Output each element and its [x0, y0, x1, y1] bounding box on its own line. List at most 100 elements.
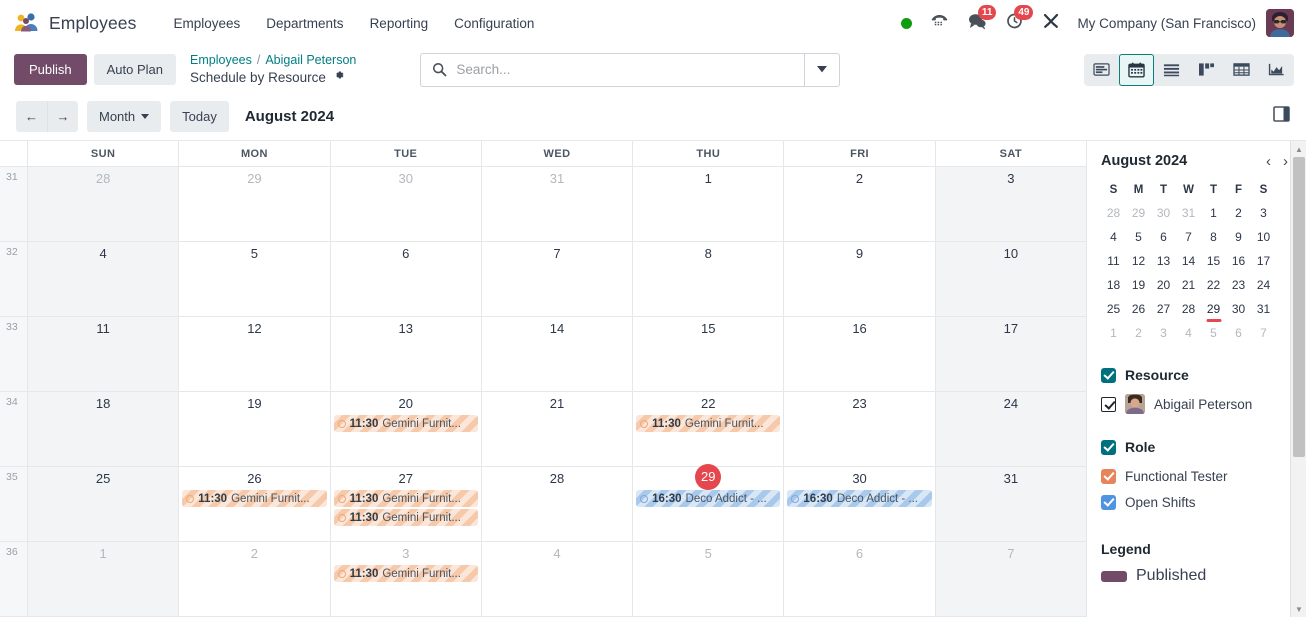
calendar-day-number[interactable]: 2 [182, 545, 326, 563]
calendar-day-cell[interactable]: 19 [178, 392, 330, 466]
mini-calendar-day[interactable]: 4 [1176, 321, 1201, 345]
calendar-day-number[interactable]: 16 [787, 320, 931, 338]
calendar-day-cell[interactable]: 29 [178, 167, 330, 241]
calendar-day-number[interactable]: 12 [182, 320, 326, 338]
calendar-day-number[interactable]: 28 [31, 170, 175, 188]
voip-phone-button[interactable] [921, 8, 958, 38]
mini-calendar-day[interactable]: 9 [1226, 225, 1251, 249]
mini-calendar-day[interactable]: 1 [1201, 201, 1226, 225]
calendar-day-number[interactable]: 6 [334, 245, 478, 263]
calendar-day-number[interactable]: 7 [939, 545, 1083, 563]
graph-view-button[interactable] [1259, 54, 1294, 86]
filter-checkbox[interactable] [1101, 468, 1116, 484]
company-switcher[interactable]: My Company (San Francisco) [1069, 16, 1266, 31]
mini-calendar-day[interactable]: 24 [1251, 273, 1276, 297]
calendar-day-cell[interactable]: 31 [480, 167, 633, 241]
mini-calendar-day[interactable]: 4 [1101, 225, 1126, 249]
mini-calendar-day[interactable]: 7 [1176, 225, 1201, 249]
user-avatar[interactable] [1266, 9, 1294, 37]
online-status-dot[interactable] [892, 14, 921, 33]
mini-calendar-day[interactable]: 3 [1151, 321, 1176, 345]
calendar-event[interactable]: 11:30 Gemini Furnit... [333, 415, 478, 432]
calendar-day-number[interactable]: 26 [182, 470, 326, 488]
mini-calendar-day[interactable]: 26 [1126, 297, 1151, 321]
calendar-day-cell[interactable]: 7 [934, 542, 1086, 616]
calendar-day-number[interactable]: 3 [334, 545, 478, 563]
week-number[interactable]: 34 [0, 392, 27, 466]
mini-calendar-day[interactable]: 8 [1201, 225, 1226, 249]
mini-calendar-day[interactable]: 17 [1251, 249, 1276, 273]
activities-button[interactable]: 49 [996, 4, 1034, 39]
mini-calendar-day[interactable]: 15 [1201, 249, 1226, 273]
mini-calendar-day[interactable]: 31 [1251, 297, 1276, 321]
calendar-day-number[interactable]: 9 [787, 245, 931, 263]
mini-calendar-day[interactable]: 2 [1126, 321, 1151, 345]
calendar-day-cell[interactable]: 8 [632, 242, 784, 316]
calendar-day-number[interactable]: 21 [485, 395, 629, 413]
calendar-day-number[interactable]: 8 [636, 245, 780, 263]
filter-row[interactable]: Functional Tester [1101, 463, 1290, 489]
calendar-day-number[interactable]: 24 [939, 395, 1083, 413]
calendar-day-number[interactable]: 7 [485, 245, 629, 263]
calendar-day-cell[interactable]: 25 [27, 467, 179, 541]
calendar-event[interactable]: 16:30 Deco Addict - ... [787, 490, 932, 507]
auto-plan-button[interactable]: Auto Plan [93, 54, 177, 85]
calendar-day-number[interactable]: 18 [31, 395, 175, 413]
calendar-day-cell[interactable]: 28 [480, 467, 633, 541]
calendar-day-cell[interactable]: 27 11:30 Gemini Furnit... 11:30 Gemini Furni… [329, 467, 481, 541]
calendar-day-number[interactable]: 1 [636, 170, 780, 188]
filter-checkbox[interactable] [1101, 494, 1116, 510]
menu-item-departments[interactable]: Departments [253, 10, 356, 37]
sidebar-scrollbar[interactable]: ▲ ▼ [1290, 141, 1306, 617]
calendar-day-number[interactable]: 30 [787, 470, 931, 488]
calendar-day-number[interactable]: 19 [182, 395, 326, 413]
scale-selector[interactable]: Month [87, 101, 162, 132]
calendar-day-number[interactable]: 3 [939, 170, 1083, 188]
calendar-day-cell[interactable]: 10 [934, 242, 1086, 316]
week-number[interactable]: 33 [0, 317, 27, 391]
calendar-day-number[interactable]: 6 [787, 545, 931, 563]
mini-calendar-day[interactable]: 21 [1176, 273, 1201, 297]
mini-calendar-day[interactable]: 11 [1101, 249, 1126, 273]
calendar-day-cell[interactable]: 22 11:30 Gemini Furnit... [632, 392, 784, 466]
mini-calendar-day-selected[interactable]: 29 [1201, 297, 1226, 321]
calendar-day-cell[interactable]: 23 [783, 392, 935, 466]
calendar-day-number[interactable]: 14 [485, 320, 629, 338]
filter-row[interactable]: Abigail Peterson [1101, 391, 1290, 417]
calendar-day-number[interactable]: 4 [485, 545, 629, 563]
filter-section-checkbox[interactable] [1101, 439, 1116, 455]
calendar-day-cell[interactable]: 5 [632, 542, 784, 616]
calendar-day-number[interactable]: 28 [485, 470, 629, 488]
mini-calendar-day[interactable]: 12 [1126, 249, 1151, 273]
calendar-day-cell[interactable]: 24 [934, 392, 1086, 466]
mini-calendar-day[interactable]: 6 [1151, 225, 1176, 249]
calendar-day-number[interactable]: 27 [334, 470, 478, 488]
filter-checkbox[interactable] [1101, 396, 1116, 412]
calendar-view-button[interactable] [1119, 53, 1154, 86]
calendar-day-number[interactable]: 1 [31, 545, 175, 563]
calendar-day-number[interactable]: 25 [31, 470, 175, 488]
calendar-day-cell[interactable]: 5 [178, 242, 330, 316]
mini-calendar-prev-icon[interactable]: ‹ [1266, 154, 1271, 169]
calendar-day-cell[interactable]: 28 [27, 167, 179, 241]
calendar-day-cell[interactable]: 12 [178, 317, 330, 391]
filter-section-header[interactable]: Resource [1101, 367, 1290, 383]
menu-item-configuration[interactable]: Configuration [441, 10, 547, 37]
calendar-day-cell[interactable]: 18 [27, 392, 179, 466]
calendar-event[interactable]: 11:30 Gemini Furnit... [636, 415, 781, 432]
calendar-day-number[interactable]: 5 [636, 545, 780, 563]
calendar-day-number[interactable]: 17 [939, 320, 1083, 338]
calendar-day-cell[interactable]: 2 [178, 542, 330, 616]
mini-calendar-day[interactable]: 13 [1151, 249, 1176, 273]
mini-calendar-day[interactable]: 29 [1126, 201, 1151, 225]
mini-calendar-day[interactable]: 25 [1101, 297, 1126, 321]
calendar-day-cell[interactable]: 15 [632, 317, 784, 391]
menu-item-employees[interactable]: Employees [160, 10, 253, 37]
mini-calendar-day[interactable]: 22 [1201, 273, 1226, 297]
gear-icon[interactable] [333, 69, 345, 86]
menu-item-reporting[interactable]: Reporting [357, 10, 442, 37]
calendar-day-number[interactable]: 31 [485, 170, 629, 188]
app-brand[interactable]: Employees [14, 12, 136, 34]
calendar-day-number[interactable]: 22 [636, 395, 780, 413]
calendar-event[interactable]: 11:30 Gemini Furnit... [333, 490, 478, 507]
